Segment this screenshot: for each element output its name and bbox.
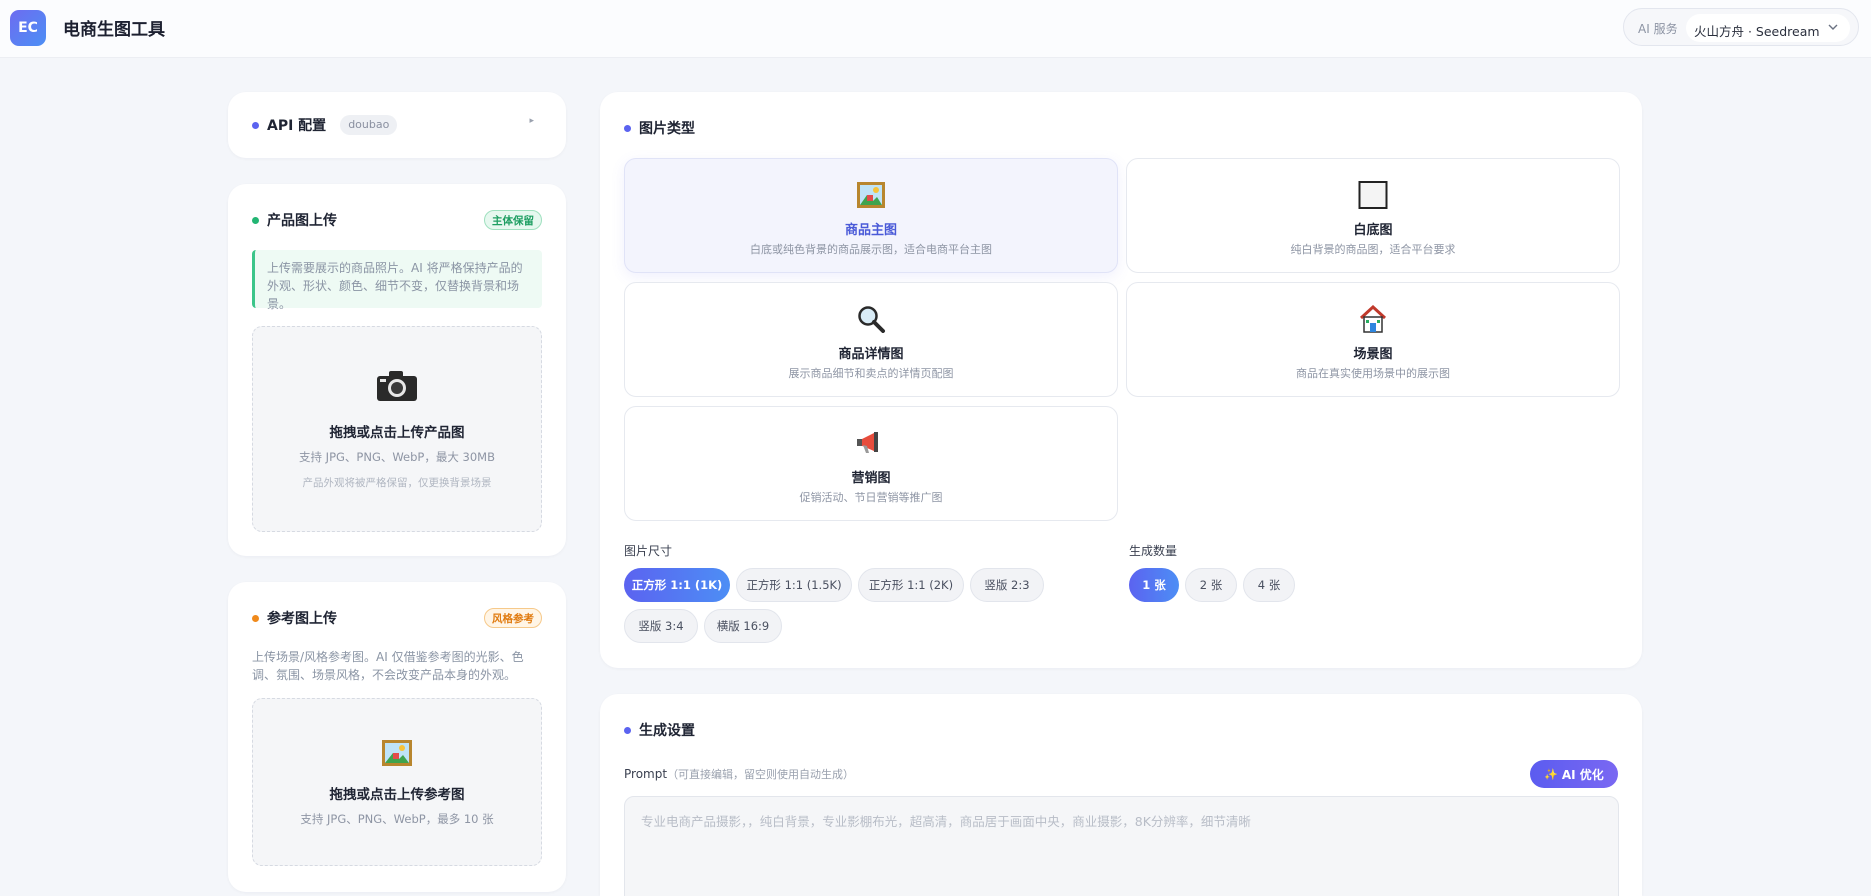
product-upload-title: 产品图上传 [252, 210, 337, 230]
prompt-placeholder: 专业电商产品摄影，，纯白背景，专业影棚布光，超高清，商品居于画面中央，商业摄影，… [641, 814, 1251, 829]
app-logo: EC [10, 10, 46, 46]
api-provider-tag: doubao [340, 115, 398, 135]
product-drop-title: 拖拽或点击上传产品图 [329, 425, 465, 441]
reference-dropzone[interactable]: 拖拽或点击上传参考图 支持 JPG、PNG、WebP，最多 10 张 [252, 698, 542, 866]
magnifier-icon [858, 306, 885, 333]
section-dot [252, 121, 259, 129]
product-upload-label: 产品图上传 [267, 213, 337, 229]
image-type-card: 图片类型 商品主图 白底或纯色背景的商品展示图，适合电商平台主图 白底图 纯白背… [600, 92, 1642, 668]
type-tile-main[interactable]: 商品主图 白底或纯色背景的商品展示图，适合电商平台主图 [624, 158, 1118, 273]
product-drop-formats: 支持 JPG、PNG、WebP，最大 30MB [299, 450, 495, 464]
prompt-label: Prompt（可直接编辑，留空则使用自动生成） [624, 766, 854, 782]
type-tile-marketing[interactable]: 营销图 促销活动、节日营销等推广图 [624, 406, 1118, 521]
size-option-1-5k[interactable]: 正方形 1:1 (1.5K) [736, 568, 852, 602]
ai-optimize-label: AI 优化 [1561, 767, 1604, 782]
section-dot [624, 124, 631, 132]
framed-picture-icon [857, 182, 885, 208]
size-option-2k[interactable]: 正方形 1:1 (2K) [858, 568, 964, 602]
reference-upload-title: 参考图上传 [252, 608, 337, 628]
product-drop-hint: 产品外观将被严格保留，仅更换背景场景 [302, 477, 492, 489]
megaphone-icon [857, 432, 878, 453]
picture-icon [382, 740, 412, 766]
count-option-2[interactable]: 2 张 [1185, 568, 1237, 602]
size-label: 图片尺寸 [624, 544, 673, 558]
size-option-2-3[interactable]: 竖版 2:3 [970, 568, 1044, 602]
reference-upload-card: 参考图上传 风格参考 上传场景/风格参考图。AI 仅借鉴参考图的光影、色调、氛围… [228, 582, 566, 892]
section-dot [624, 726, 631, 734]
image-type-label: 图片类型 [639, 121, 695, 137]
prompt-hint: （可直接编辑，留空则使用自动生成） [667, 768, 855, 781]
type-name: 场景图 [1353, 347, 1393, 362]
camera-icon [377, 371, 417, 401]
count-label: 生成数量 [1129, 544, 1178, 558]
reference-drop-title: 拖拽或点击上传参考图 [329, 787, 465, 803]
ai-service-dropdown[interactable]: 火山方舟 · Seedream [1686, 14, 1850, 42]
sparkle-icon: ✨ [1544, 767, 1558, 781]
app-title: 电商生图工具 [63, 20, 165, 40]
white-square-icon [1358, 181, 1388, 209]
generate-settings-label: 生成设置 [639, 723, 695, 739]
type-name: 白底图 [1353, 223, 1393, 238]
chevron-down-icon [1828, 24, 1838, 30]
ai-service-value: 火山方舟 · Seedream [1694, 24, 1820, 39]
type-desc: 商品在真实使用场景中的展示图 [1296, 367, 1450, 380]
type-tile-white[interactable]: 白底图 纯白背景的商品图，适合平台要求 [1126, 158, 1620, 273]
section-dot [252, 216, 259, 224]
type-name: 商品详情图 [838, 347, 904, 362]
house-icon [1359, 305, 1387, 333]
style-reference-badge: 风格参考 [484, 608, 542, 628]
type-tile-detail[interactable]: 商品详情图 展示商品细节和卖点的详情页配图 [624, 282, 1118, 397]
count-option-4[interactable]: 4 张 [1243, 568, 1295, 602]
prompt-textarea[interactable]: 专业电商产品摄影，，纯白背景，专业影棚布光，超高清，商品居于画面中央，商业摄影，… [624, 796, 1619, 896]
generate-settings-title: 生成设置 [624, 720, 695, 740]
api-config-label: API 配置 [267, 118, 327, 134]
type-name: 营销图 [851, 471, 891, 486]
subject-keep-badge: 主体保留 [484, 210, 542, 230]
api-config-card[interactable]: API 配置 doubao ▸ [228, 92, 566, 158]
reference-upload-label: 参考图上传 [267, 611, 337, 627]
reference-drop-formats: 支持 JPG、PNG、WebP，最多 10 张 [300, 812, 494, 826]
type-tile-scene[interactable]: 场景图 商品在真实使用场景中的展示图 [1126, 282, 1620, 397]
section-dot [252, 614, 259, 622]
ai-service-label: AI 服务 [1638, 22, 1678, 36]
count-option-1[interactable]: 1 张 [1129, 568, 1179, 602]
type-desc: 展示商品细节和卖点的详情页配图 [788, 367, 954, 380]
app-header: EC 电商生图工具 AI 服务 火山方舟 · Seedream [0, 0, 1871, 58]
ai-optimize-button[interactable]: ✨ AI 优化 [1530, 760, 1618, 788]
size-option-1k[interactable]: 正方形 1:1 (1K) [624, 568, 730, 602]
api-config-title: API 配置 doubao [252, 115, 398, 135]
ai-service-selector: AI 服务 火山方舟 · Seedream [1623, 8, 1859, 46]
type-desc: 白底或纯色背景的商品展示图，适合电商平台主图 [750, 243, 992, 256]
image-type-title: 图片类型 [624, 118, 695, 138]
product-upload-note: 上传需要展示的商品照片。AI 将严格保持产品的外观、形状、颜色、细节不变，仅替换… [252, 250, 542, 311]
prompt-label-text: Prompt [624, 767, 668, 781]
size-option-16-9[interactable]: 横版 16:9 [704, 609, 782, 643]
reference-upload-note: 上传场景/风格参考图。AI 仅借鉴参考图的光影、色调、氛围、场景风格，不会改变产… [252, 650, 524, 682]
type-desc: 促销活动、节日营销等推广图 [799, 491, 943, 504]
type-desc: 纯白背景的商品图，适合平台要求 [1290, 243, 1456, 256]
size-option-3-4[interactable]: 竖版 3:4 [624, 609, 698, 643]
product-upload-card: 产品图上传 主体保留 上传需要展示的商品照片。AI 将严格保持产品的外观、形状、… [228, 184, 566, 556]
triangle-right-icon[interactable]: ▸ [529, 116, 534, 126]
type-name: 商品主图 [844, 223, 897, 238]
product-dropzone[interactable]: 拖拽或点击上传产品图 支持 JPG、PNG、WebP，最大 30MB 产品外观将… [252, 326, 542, 532]
